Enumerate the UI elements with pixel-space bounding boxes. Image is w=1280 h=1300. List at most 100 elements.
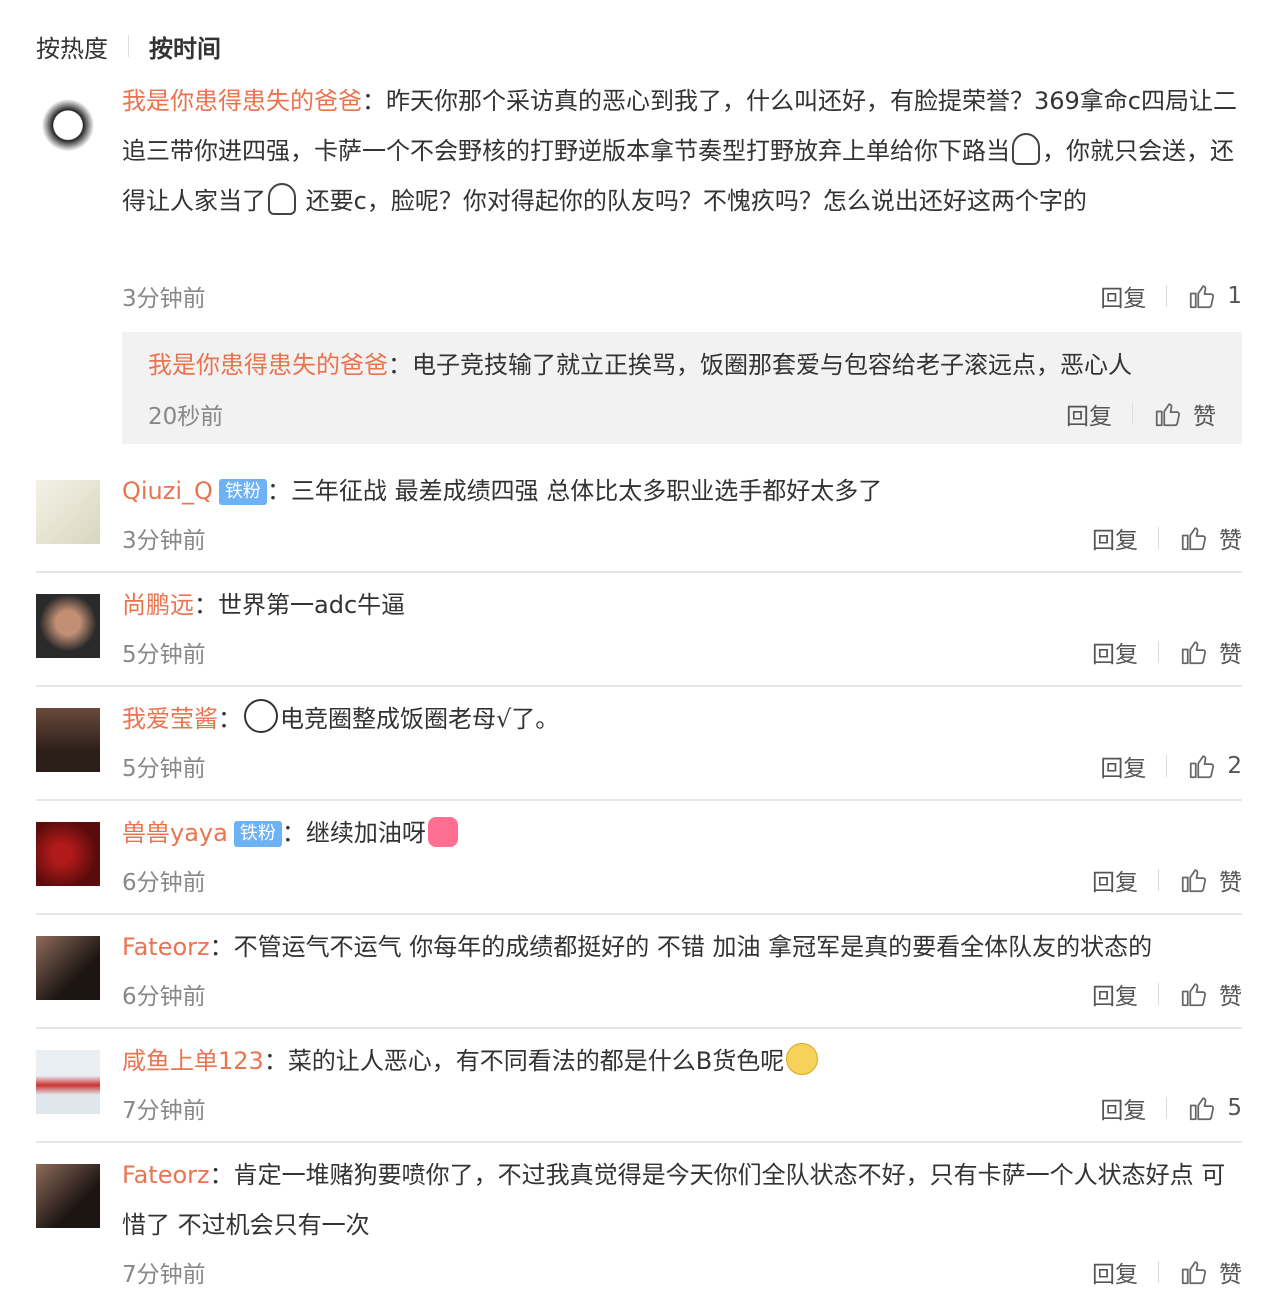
reply-button[interactable]: 回复 [1100, 1091, 1146, 1125]
sort-by-hot-tab[interactable]: 按热度 [36, 29, 108, 64]
avatar[interactable] [36, 480, 100, 544]
username-link[interactable]: 我是你患得患失的爸爸 [148, 351, 388, 379]
thumbs-up-icon [1190, 285, 1215, 309]
action-separator [1166, 1097, 1168, 1119]
like-button[interactable]: 1 [1187, 281, 1242, 311]
reply-button[interactable]: 回复 [1092, 521, 1138, 555]
username-link[interactable]: Fateorz [122, 933, 210, 961]
like-count: 2 [1227, 753, 1242, 779]
like-button[interactable]: 2 [1187, 751, 1242, 781]
action-separator [1166, 755, 1168, 777]
reply-button[interactable]: 回复 [1092, 977, 1138, 1011]
like-count: 5 [1227, 1095, 1242, 1121]
like-count: 赞 [1219, 642, 1242, 668]
timestamp: 3分钟前 [122, 286, 206, 312]
comment-meta: 3分钟前 回复 赞 [122, 518, 1242, 558]
action-separator [1158, 527, 1159, 549]
like-count: 赞 [1219, 870, 1242, 896]
timestamp: 20秒前 [148, 404, 224, 430]
avatar[interactable] [36, 708, 100, 772]
sort-by-time-tab[interactable]: 按时间 [149, 29, 221, 64]
comment-meta: 7分钟前 回复 5 [122, 1088, 1242, 1128]
avatar[interactable] [36, 822, 100, 886]
thumbs-up-icon [1190, 755, 1215, 779]
action-separator [1158, 641, 1159, 663]
reply-button[interactable]: 回复 [1092, 863, 1138, 897]
like-button[interactable]: 5 [1187, 1093, 1242, 1123]
comment-meta: 5分钟前 回复 2 [122, 746, 1242, 786]
fan-badge: 铁粉 [233, 821, 282, 847]
reply-button[interactable]: 回复 [1092, 635, 1138, 669]
username-link[interactable]: 我是你患得患失的爸爸 [122, 87, 362, 115]
timestamp: 5分钟前 [122, 756, 206, 782]
thumbs-up-icon [1190, 1097, 1215, 1121]
comment-item: 我爱莹酱： 电竞圈整成饭圈老母√了。 5分钟前 回复 2 [36, 694, 1242, 794]
comment-item: 尚鹏远：世界第一adc牛逼 5分钟前 回复 赞 [36, 580, 1242, 680]
username-link[interactable]: Qiuzi_Q [122, 477, 213, 505]
username-link[interactable]: 兽兽yaya [122, 819, 228, 847]
username-link[interactable]: 咸鱼上单123 [122, 1047, 264, 1075]
ghost-emoji-icon [268, 183, 296, 215]
avatar[interactable] [36, 1050, 100, 1114]
comment-content: 继续加油呀 [305, 819, 426, 847]
avatar[interactable] [36, 90, 100, 154]
heart-emoji-icon [427, 817, 458, 847]
action-separator [1166, 285, 1168, 307]
username-link[interactable]: 我爱莹酱 [122, 705, 218, 733]
avatar[interactable] [36, 1164, 100, 1228]
comment-text: 咸鱼上单123：菜的让人恶心，有不同看法的都是什么B货色呢 [122, 1036, 1242, 1086]
comment-item: Fateorz：肯定一堆赌狗要喷你了，不过我真觉得是今天你们全队状态不好，只有卡… [36, 1150, 1242, 1300]
comment-text: 我爱莹酱： 电竞圈整成饭圈老母√了。 [122, 694, 1242, 744]
like-count: 赞 [1219, 984, 1242, 1010]
comment-text: 兽兽yaya 铁粉 ：继续加油呀 [122, 808, 1242, 858]
like-button[interactable]: 赞 [1179, 521, 1242, 555]
action-separator [1132, 403, 1133, 425]
divider [36, 1027, 1242, 1029]
divider [36, 571, 1242, 573]
like-button[interactable]: 赞 [1179, 635, 1242, 669]
thumbs-up-icon [1181, 1261, 1207, 1285]
reply-button[interactable]: 回复 [1100, 279, 1146, 313]
comment-content: 电竞圈整成饭圈老母√了。 [280, 705, 560, 733]
panda-emoji-icon [244, 699, 278, 733]
reply-button[interactable]: 回复 [1066, 397, 1112, 431]
like-count: 赞 [1219, 528, 1242, 554]
action-separator [1158, 869, 1159, 891]
comment-content: 还要c，脸呢？你对得起你的队友吗？不愧疚吗？怎么说出还好这两个字的 [298, 187, 1087, 215]
thumbs-up-icon [1181, 869, 1207, 893]
username-link[interactable]: Fateorz [122, 1161, 210, 1189]
comment-meta: 7分钟前 回复 赞 [122, 1252, 1242, 1292]
reply-content: 电子竞技输了就立正挨骂，饭圈那套爱与包容给老子滚远点，恶心人 [412, 351, 1132, 379]
timestamp: 3分钟前 [122, 528, 206, 554]
comment-meta: 6分钟前 回复 赞 [122, 974, 1242, 1014]
like-button[interactable]: 赞 [1179, 977, 1242, 1011]
username-link[interactable]: 尚鹏远 [122, 591, 194, 619]
avatar[interactable] [36, 594, 100, 658]
sort-bar: 按热度 按时间 [36, 28, 221, 64]
timestamp: 7分钟前 [122, 1098, 206, 1124]
comment-meta: 6分钟前 回复 赞 [122, 860, 1242, 900]
timestamp: 6分钟前 [122, 870, 206, 896]
like-button[interactable]: 赞 [1153, 397, 1216, 431]
comment-content: 肯定一堆赌狗要喷你了，不过我真觉得是今天你们全队状态不好，只有卡萨一个人状态好点… [122, 1161, 1226, 1239]
comment-meta: 5分钟前 回复 赞 [122, 632, 1242, 672]
ghost-emoji-icon [1012, 133, 1040, 165]
comment-item: Fateorz：不管运气不运气 你每年的成绩都挺好的 不错 加油 拿冠军是真的要… [36, 922, 1242, 1022]
thumbs-up-icon [1181, 641, 1207, 665]
like-button[interactable]: 赞 [1179, 1255, 1242, 1289]
like-count: 赞 [1193, 404, 1216, 430]
comment-content: 菜的让人恶心，有不同看法的都是什么B货色呢 [287, 1047, 785, 1075]
comment-item: 兽兽yaya 铁粉 ：继续加油呀 6分钟前 回复 赞 [36, 808, 1242, 908]
divider [36, 685, 1242, 687]
reply-button[interactable]: 回复 [1092, 1255, 1138, 1289]
avatar[interactable] [36, 936, 100, 1000]
comment-text: Fateorz：不管运气不运气 你每年的成绩都挺好的 不错 加油 拿冠军是真的要… [122, 933, 1153, 961]
reply-text: 我是你患得患失的爸爸：电子竞技输了就立正挨骂，饭圈那套爱与包容给老子滚远点，恶心… [148, 351, 1132, 379]
comment-item: 咸鱼上单123：菜的让人恶心，有不同看法的都是什么B货色呢 7分钟前 回复 5 [36, 1036, 1242, 1136]
reply-meta: 20秒前 回复 赞 [148, 394, 1216, 434]
comment-content: 不管运气不运气 你每年的成绩都挺好的 不错 加油 拿冠军是真的要看全体队友的状态… [233, 933, 1153, 961]
reply-button[interactable]: 回复 [1100, 749, 1146, 783]
divider [36, 799, 1242, 801]
like-button[interactable]: 赞 [1179, 863, 1242, 897]
divider [36, 1141, 1242, 1143]
